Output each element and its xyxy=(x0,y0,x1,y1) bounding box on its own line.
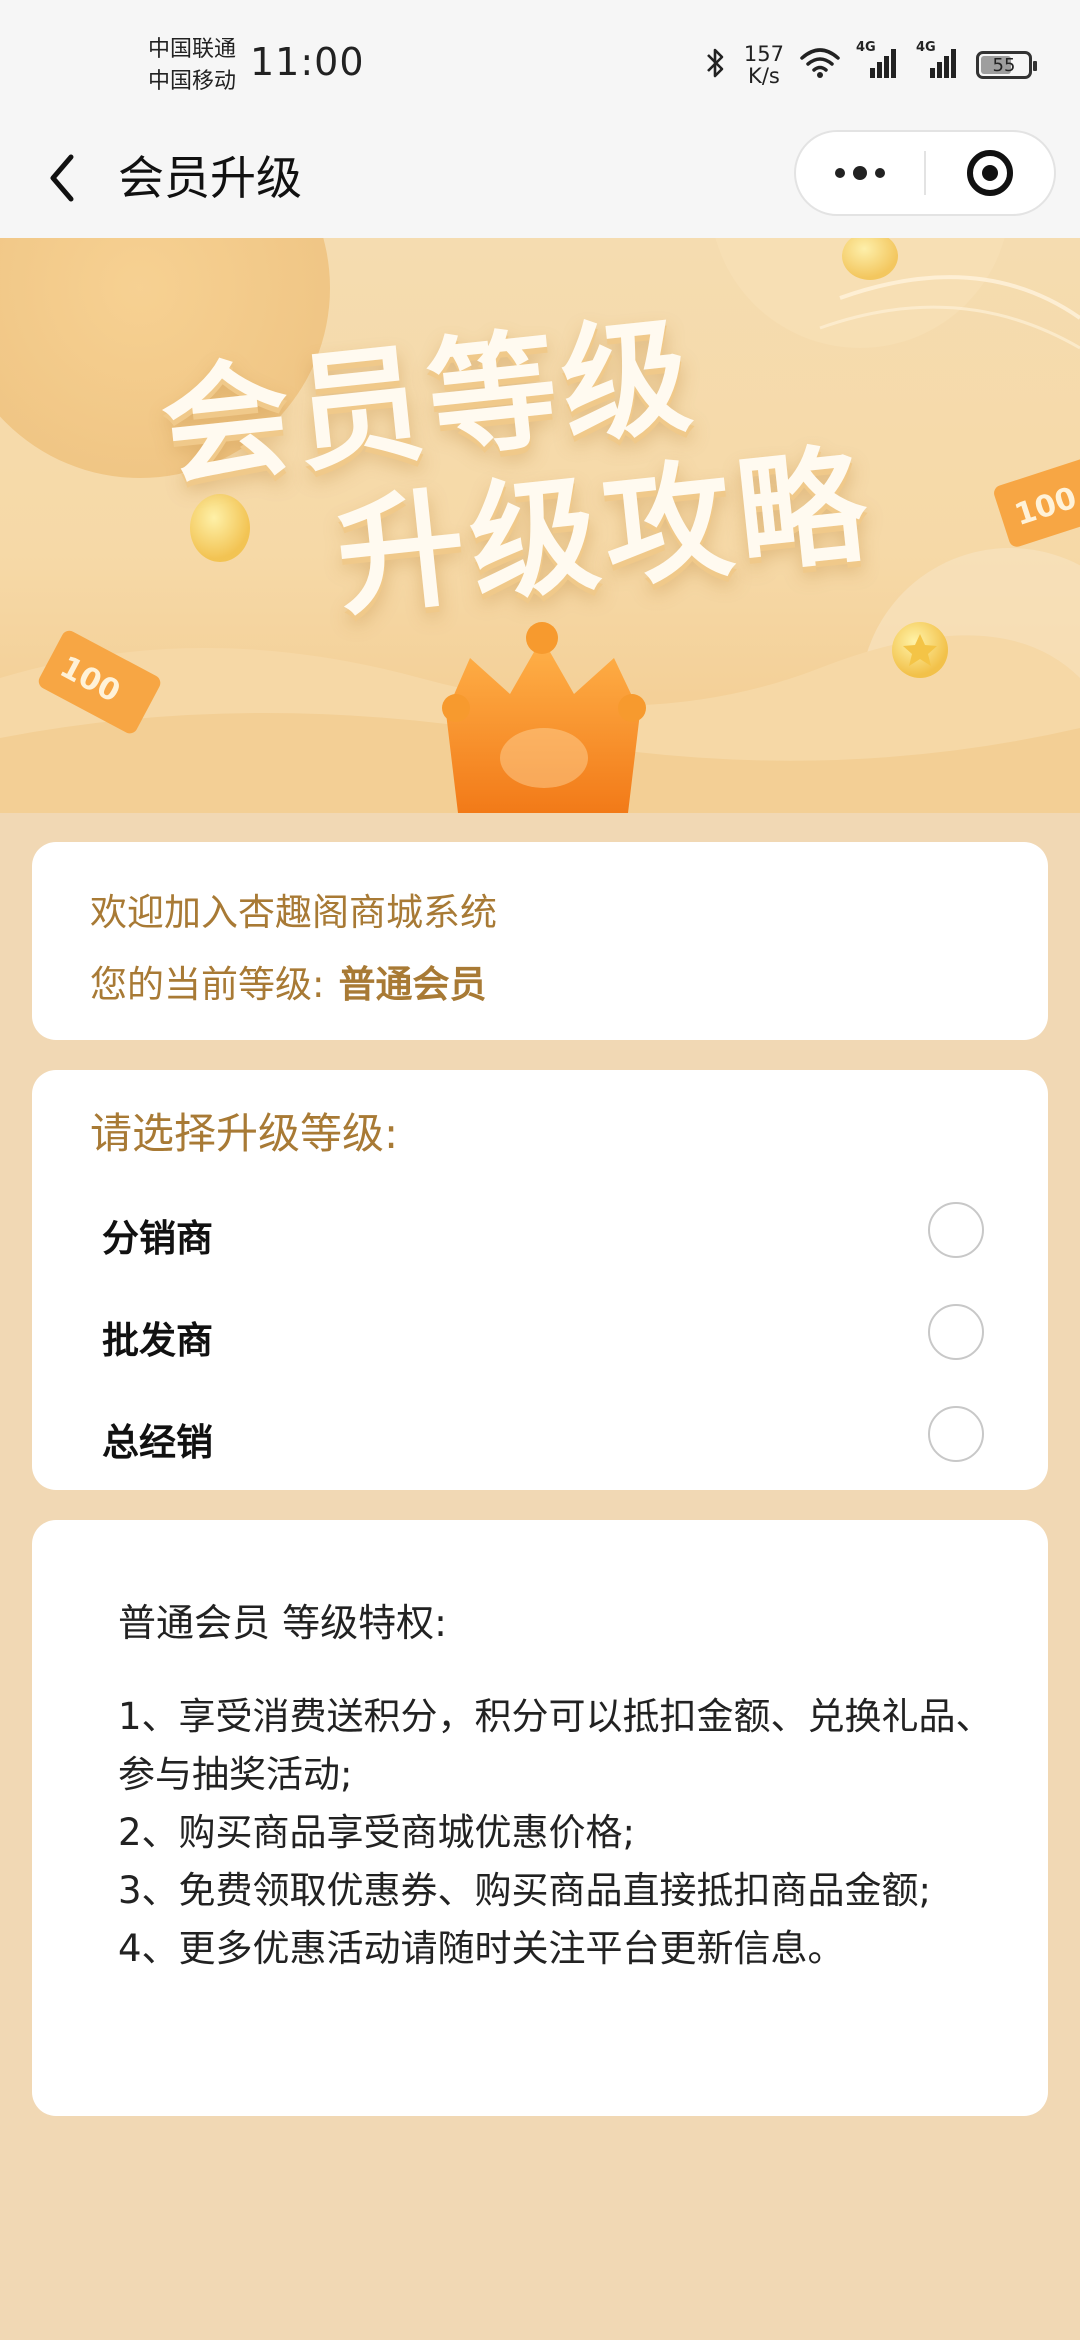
back-arrow-icon xyxy=(50,154,74,202)
wifi-icon xyxy=(800,46,840,84)
upgrade-options-card: 请选择升级等级: 分销商 批发商 总经销 xyxy=(32,1070,1048,1490)
carrier-1: 中国联通 xyxy=(148,37,237,62)
more-button[interactable] xyxy=(796,132,924,214)
network-speed: 157 K/s xyxy=(743,42,784,88)
battery-level: 55 xyxy=(992,54,1016,76)
radio-button[interactable] xyxy=(928,1406,984,1462)
privilege-title: 普通会员 等级特权: xyxy=(118,1601,447,1645)
option-general-dealer[interactable]: 总经销 xyxy=(32,1386,1048,1486)
option-label: 批发商 xyxy=(102,1319,213,1362)
current-level-value: 普通会员 xyxy=(338,963,487,1006)
option-label: 分销商 xyxy=(102,1217,213,1260)
current-level: 您的当前等级: 普通会员 xyxy=(90,954,486,1008)
more-dots-icon xyxy=(835,166,885,180)
status-icons: 157 K/s 4G 4G 55 xyxy=(704,40,1037,90)
welcome-text: 欢迎加入杏趣阁商城系统 xyxy=(90,891,497,934)
back-button[interactable] xyxy=(34,148,90,208)
close-target-icon xyxy=(966,150,1013,196)
welcome-card: 欢迎加入杏趣阁商城系统 您的当前等级: 普通会员 xyxy=(32,842,1048,1040)
radio-button[interactable] xyxy=(928,1304,984,1360)
privilege-item: 3、免费领取优惠券、购买商品直接抵扣商品金额; xyxy=(118,1869,932,1912)
crown-icon xyxy=(442,622,646,813)
radio-button[interactable] xyxy=(928,1202,984,1258)
clock: 11:00 xyxy=(250,40,365,84)
privilege-card: 普通会员 等级特权: 1、享受消费送积分，积分可以抵扣金额、兑换礼品、参与抽奖活… xyxy=(32,1520,1048,2116)
mini-program-capsule xyxy=(794,130,1056,216)
bluetooth-icon xyxy=(704,45,728,85)
current-level-label: 您的当前等级: xyxy=(90,963,325,1006)
promo-banner: 100 100 会员等级 升级攻略 xyxy=(0,238,1080,813)
battery-icon: 55 xyxy=(976,51,1037,79)
close-button[interactable] xyxy=(926,132,1054,214)
privilege-item: 2、购买商品享受商城优惠价格; xyxy=(118,1811,636,1854)
signal-icon-2: 4G xyxy=(916,40,960,84)
option-label: 总经销 xyxy=(102,1421,213,1464)
option-wholesaler[interactable]: 批发商 xyxy=(32,1284,1048,1384)
nav-bar: 会员升级 xyxy=(0,130,1080,238)
privilege-item: 4、更多优惠活动请随时关注平台更新信息。 xyxy=(118,1927,845,1970)
option-distributor[interactable]: 分销商 xyxy=(32,1182,1048,1282)
upgrade-title: 请选择升级等级: xyxy=(90,1109,399,1158)
privilege-item: 1、享受消费送积分，积分可以抵扣金额、兑换礼品、参与抽奖活动; xyxy=(118,1695,993,1796)
privilege-list: 1、享受消费送积分，积分可以抵扣金额、兑换礼品、参与抽奖活动; 2、购买商品享受… xyxy=(118,1688,1008,1978)
signal-icon: 4G xyxy=(856,40,900,84)
page-title: 会员升级 xyxy=(118,151,302,205)
carrier-names: 中国联通 中国移动 xyxy=(148,34,236,98)
carrier-2: 中国移动 xyxy=(148,69,237,94)
status-bar: 中国联通 中国移动 11:00 157 K/s 4G 4G 55 xyxy=(0,0,1080,130)
